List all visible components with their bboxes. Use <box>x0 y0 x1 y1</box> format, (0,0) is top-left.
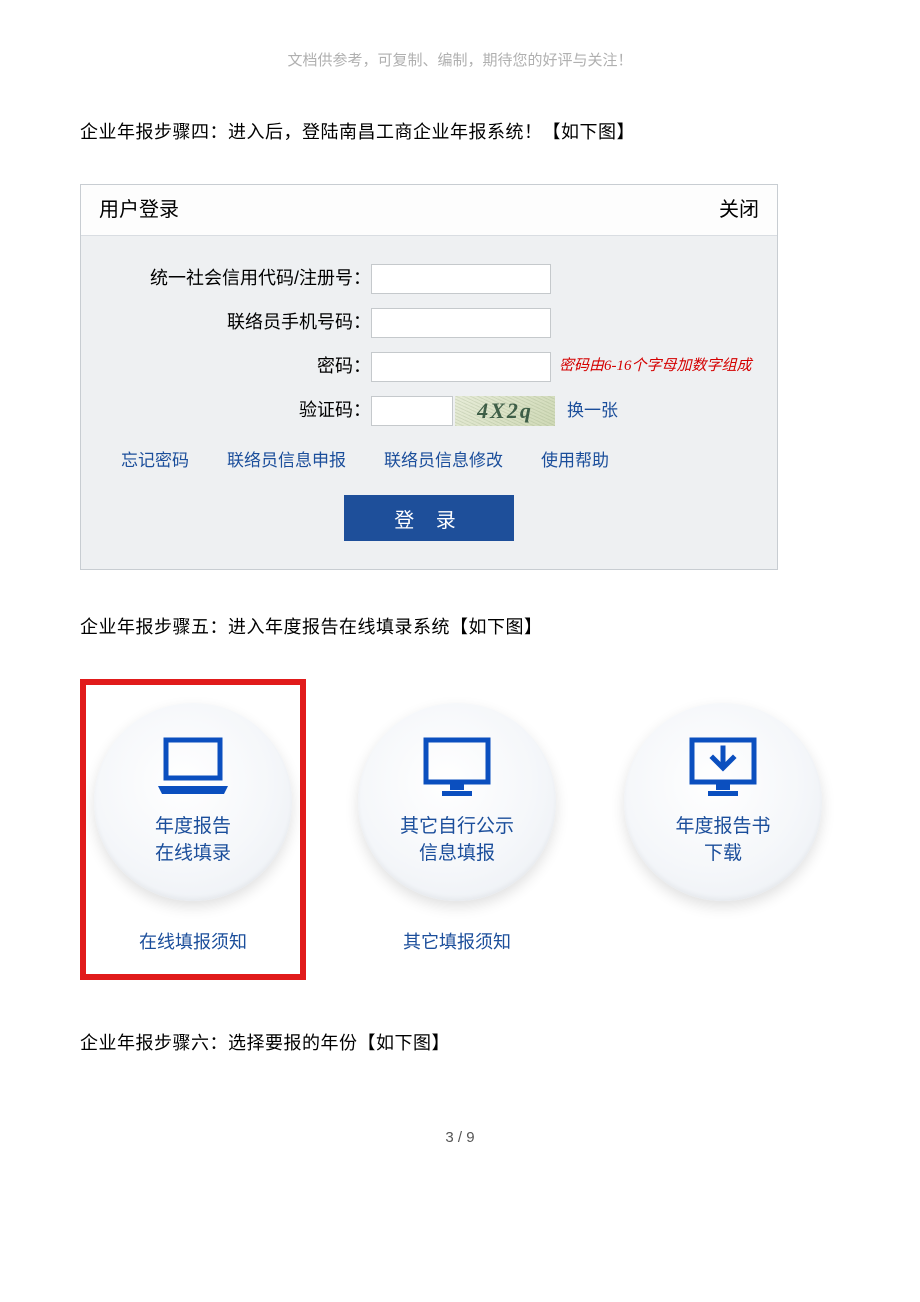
card-annual-report[interactable]: 年度报告 在线填录 在线填报须知 <box>80 679 306 980</box>
label-uscc: 统一社会信用代码/注册号： <box>101 265 371 292</box>
captcha-image: 4X2q <box>455 396 555 426</box>
monitor-icon <box>420 736 494 798</box>
card-download-line2: 下载 <box>704 843 742 864</box>
captcha-input[interactable] <box>371 396 453 426</box>
laptop-icon <box>154 736 232 798</box>
login-header: 用户登录 关闭 <box>81 185 777 236</box>
monitor-download-icon <box>686 736 760 798</box>
liaison-edit-link[interactable]: 联络员信息修改 <box>384 448 503 474</box>
login-links: 忘记密码 联络员信息申报 联络员信息修改 使用帮助 <box>101 440 757 492</box>
annual-report-notice-link[interactable]: 在线填报须知 <box>139 929 247 956</box>
liaison-apply-link[interactable]: 联络员信息申报 <box>227 448 346 474</box>
step-4-title: 企业年报步骤四：进入后，登陆南昌工商企业年报系统！【如下图】 <box>80 119 840 146</box>
step-6-title: 企业年报步骤六：选择要报的年份【如下图】 <box>80 1030 840 1057</box>
login-form: 统一社会信用代码/注册号： 联络员手机号码： 密码： 密码由6-16个字母加数字… <box>81 236 777 570</box>
step-5-title: 企业年报步骤五：进入年度报告在线填录系统【如下图】 <box>80 614 840 641</box>
doc-top-note: 文档供参考，可复制、编制，期待您的好评与关注！ <box>80 50 840 73</box>
phone-input[interactable] <box>371 308 551 338</box>
card-download-report[interactable]: 年度报告书 下载 <box>608 679 838 901</box>
login-header-title: 用户登录 <box>99 195 179 225</box>
page-number: 3 / 9 <box>80 1127 840 1150</box>
card-annual-report-line1: 年度报告 <box>155 816 231 837</box>
login-panel: 用户登录 关闭 统一社会信用代码/注册号： 联络员手机号码： 密码： 密码由6-… <box>80 184 778 571</box>
card-row: 年度报告 在线填录 在线填报须知 其它自行公示 信息填报 其它填报须知 <box>80 679 840 980</box>
card-other-line1: 其它自行公示 <box>400 816 514 837</box>
password-hint: 密码由6-16个字母加数字组成 <box>559 355 752 378</box>
captcha-refresh-link[interactable]: 换一张 <box>567 398 618 424</box>
card-other-circle: 其它自行公示 信息填报 <box>358 703 556 901</box>
close-button[interactable]: 关闭 <box>719 195 759 225</box>
card-other-publicity[interactable]: 其它自行公示 信息填报 其它填报须知 <box>342 679 572 956</box>
label-password: 密码： <box>101 353 371 380</box>
label-captcha: 验证码： <box>101 397 371 424</box>
uscc-input[interactable] <box>371 264 551 294</box>
card-download-circle: 年度报告书 下载 <box>624 703 822 901</box>
help-link[interactable]: 使用帮助 <box>541 448 609 474</box>
card-annual-report-line2: 在线填录 <box>155 843 231 864</box>
label-phone: 联络员手机号码： <box>101 309 371 336</box>
card-annual-report-circle: 年度报告 在线填录 <box>94 703 292 901</box>
card-download-line1: 年度报告书 <box>675 816 770 837</box>
card-other-line2: 信息填报 <box>419 843 495 864</box>
login-button[interactable]: 登 录 <box>344 495 514 541</box>
other-notice-link[interactable]: 其它填报须知 <box>403 929 511 956</box>
forgot-password-link[interactable]: 忘记密码 <box>121 448 189 474</box>
password-input[interactable] <box>371 352 551 382</box>
